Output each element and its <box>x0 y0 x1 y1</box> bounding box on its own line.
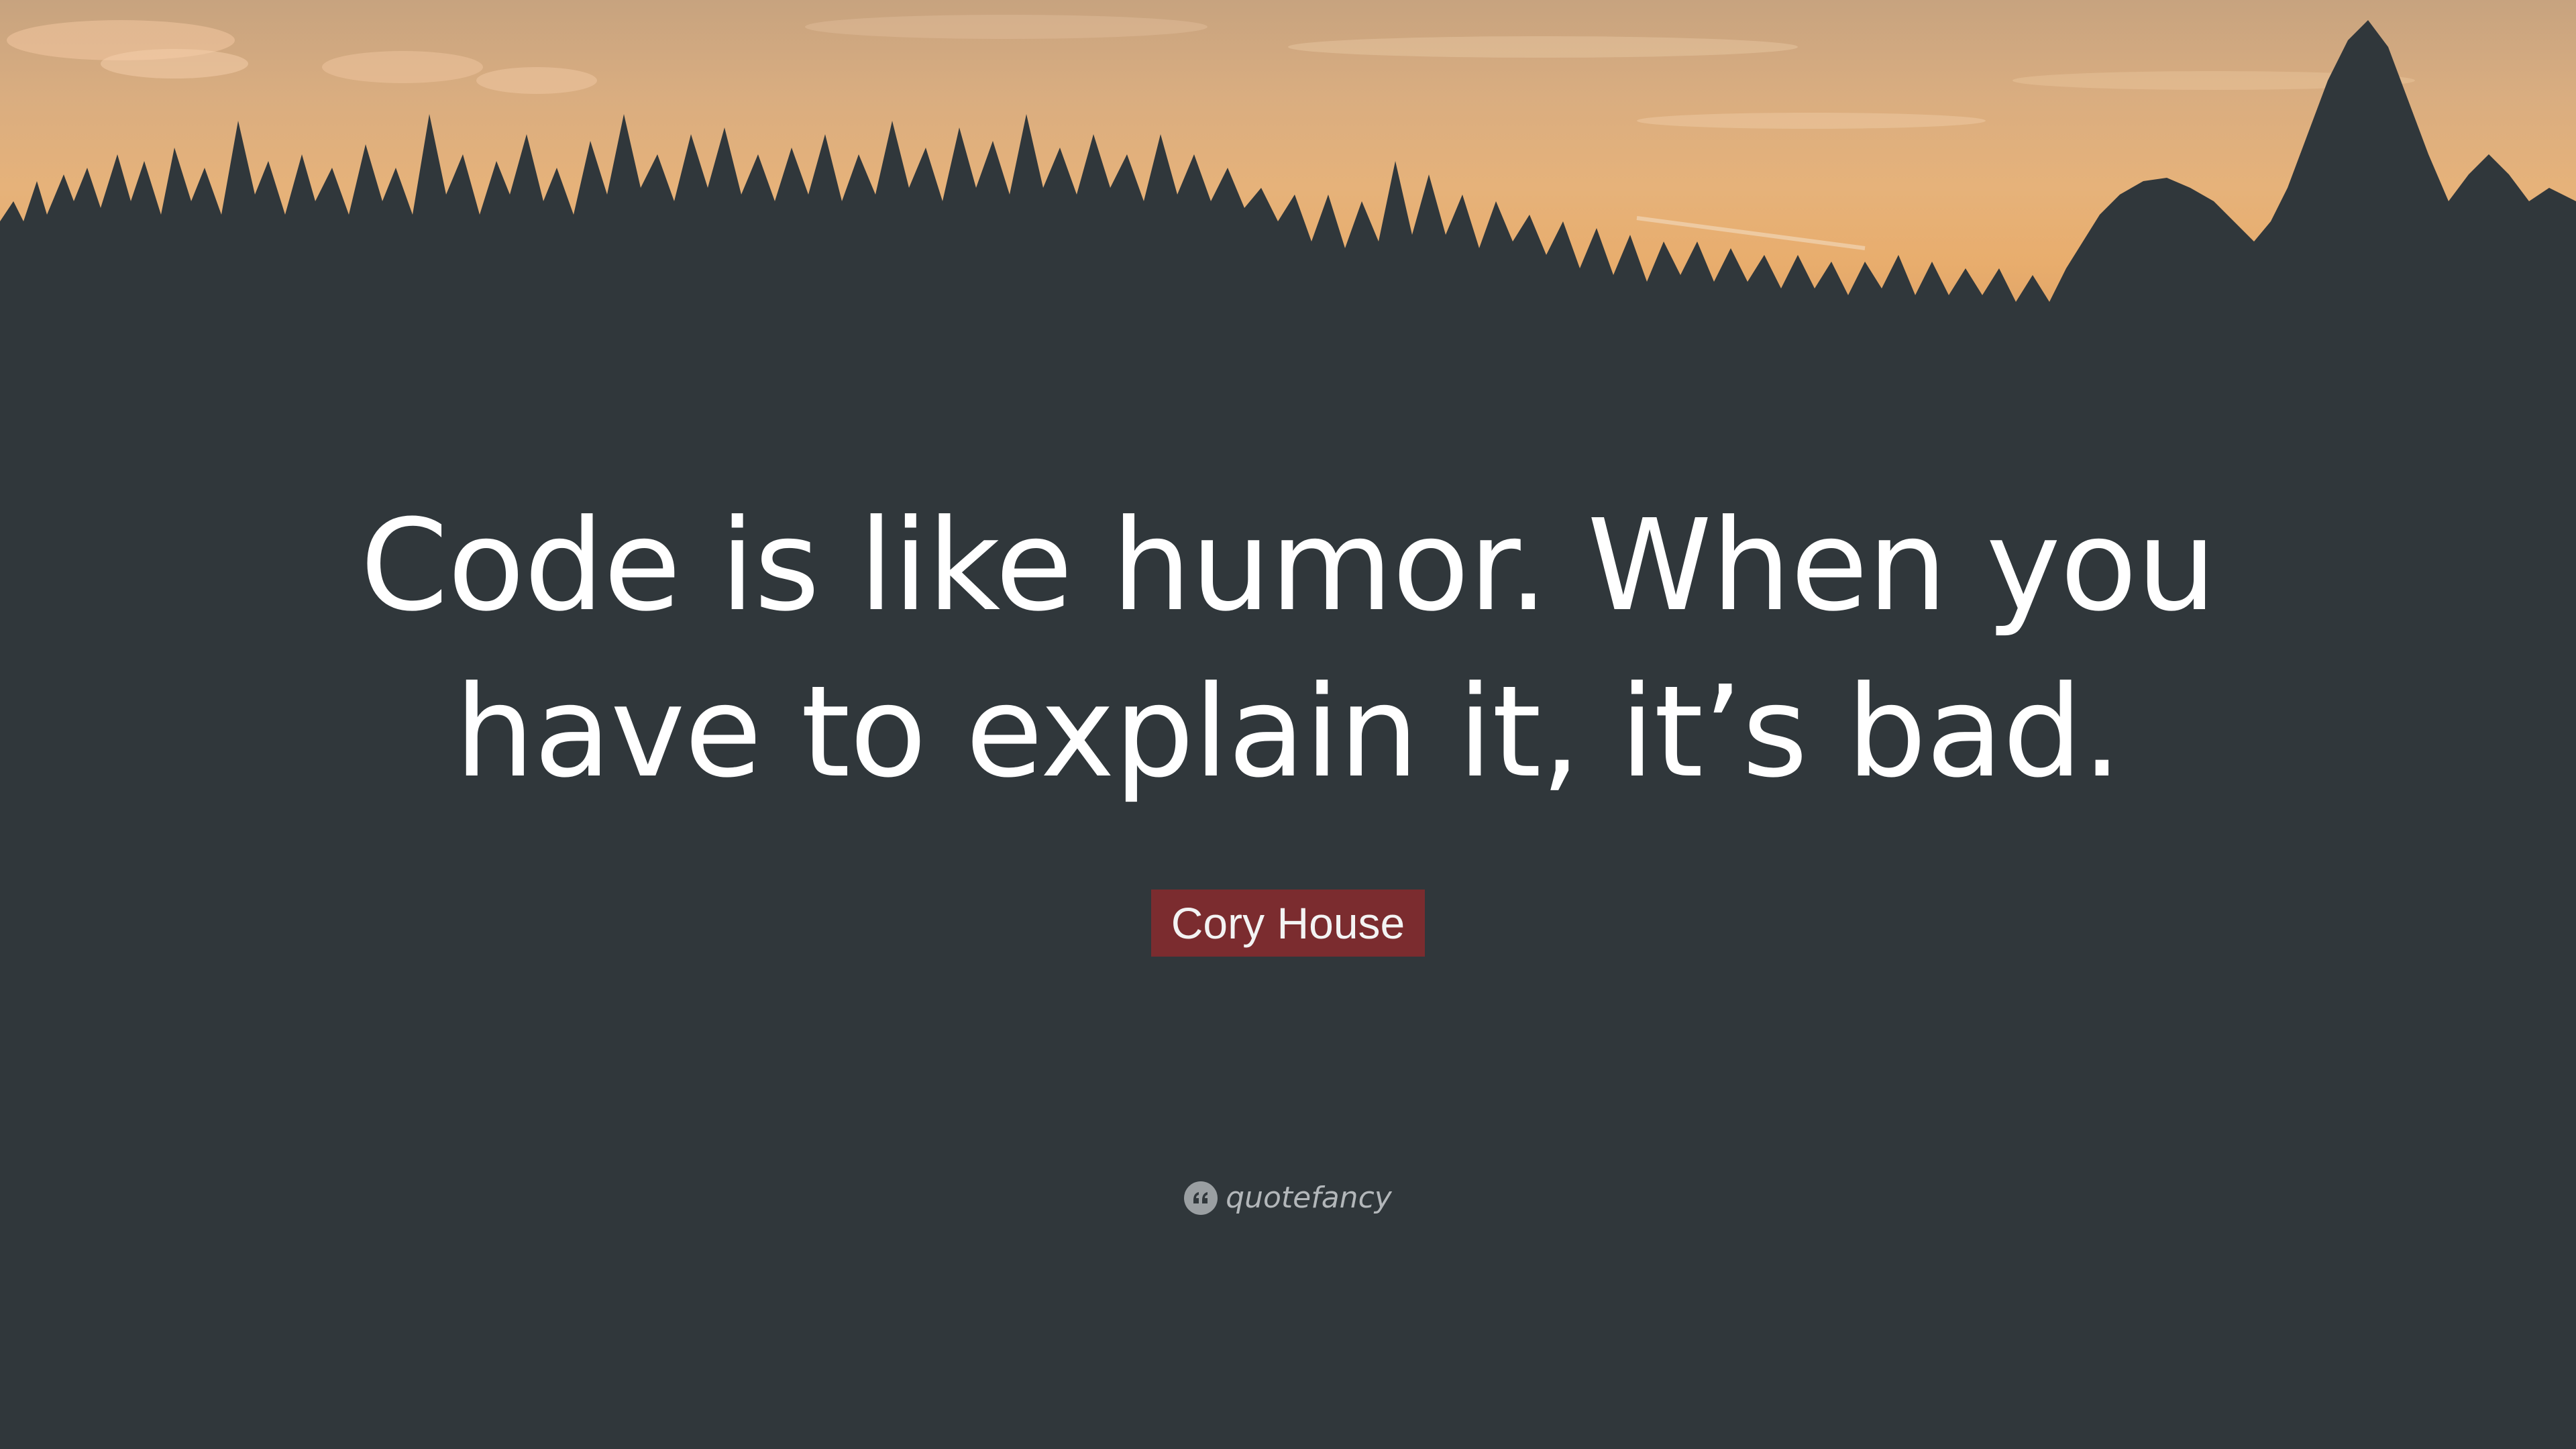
brand-name: quotefancy <box>1226 1181 1392 1215</box>
quote-card: Code is like humor. When you have to exp… <box>0 0 2576 1449</box>
forest-silhouette <box>0 20 2576 429</box>
quote-text: Code is like humor. When you have to exp… <box>360 492 2216 806</box>
quote-marks-icon <box>1184 1181 1218 1215</box>
author-row: Cory House <box>0 890 2576 957</box>
brand-logo[interactable]: quotefancy <box>0 1178 2576 1218</box>
author-badge[interactable]: Cory House <box>1150 890 1426 957</box>
